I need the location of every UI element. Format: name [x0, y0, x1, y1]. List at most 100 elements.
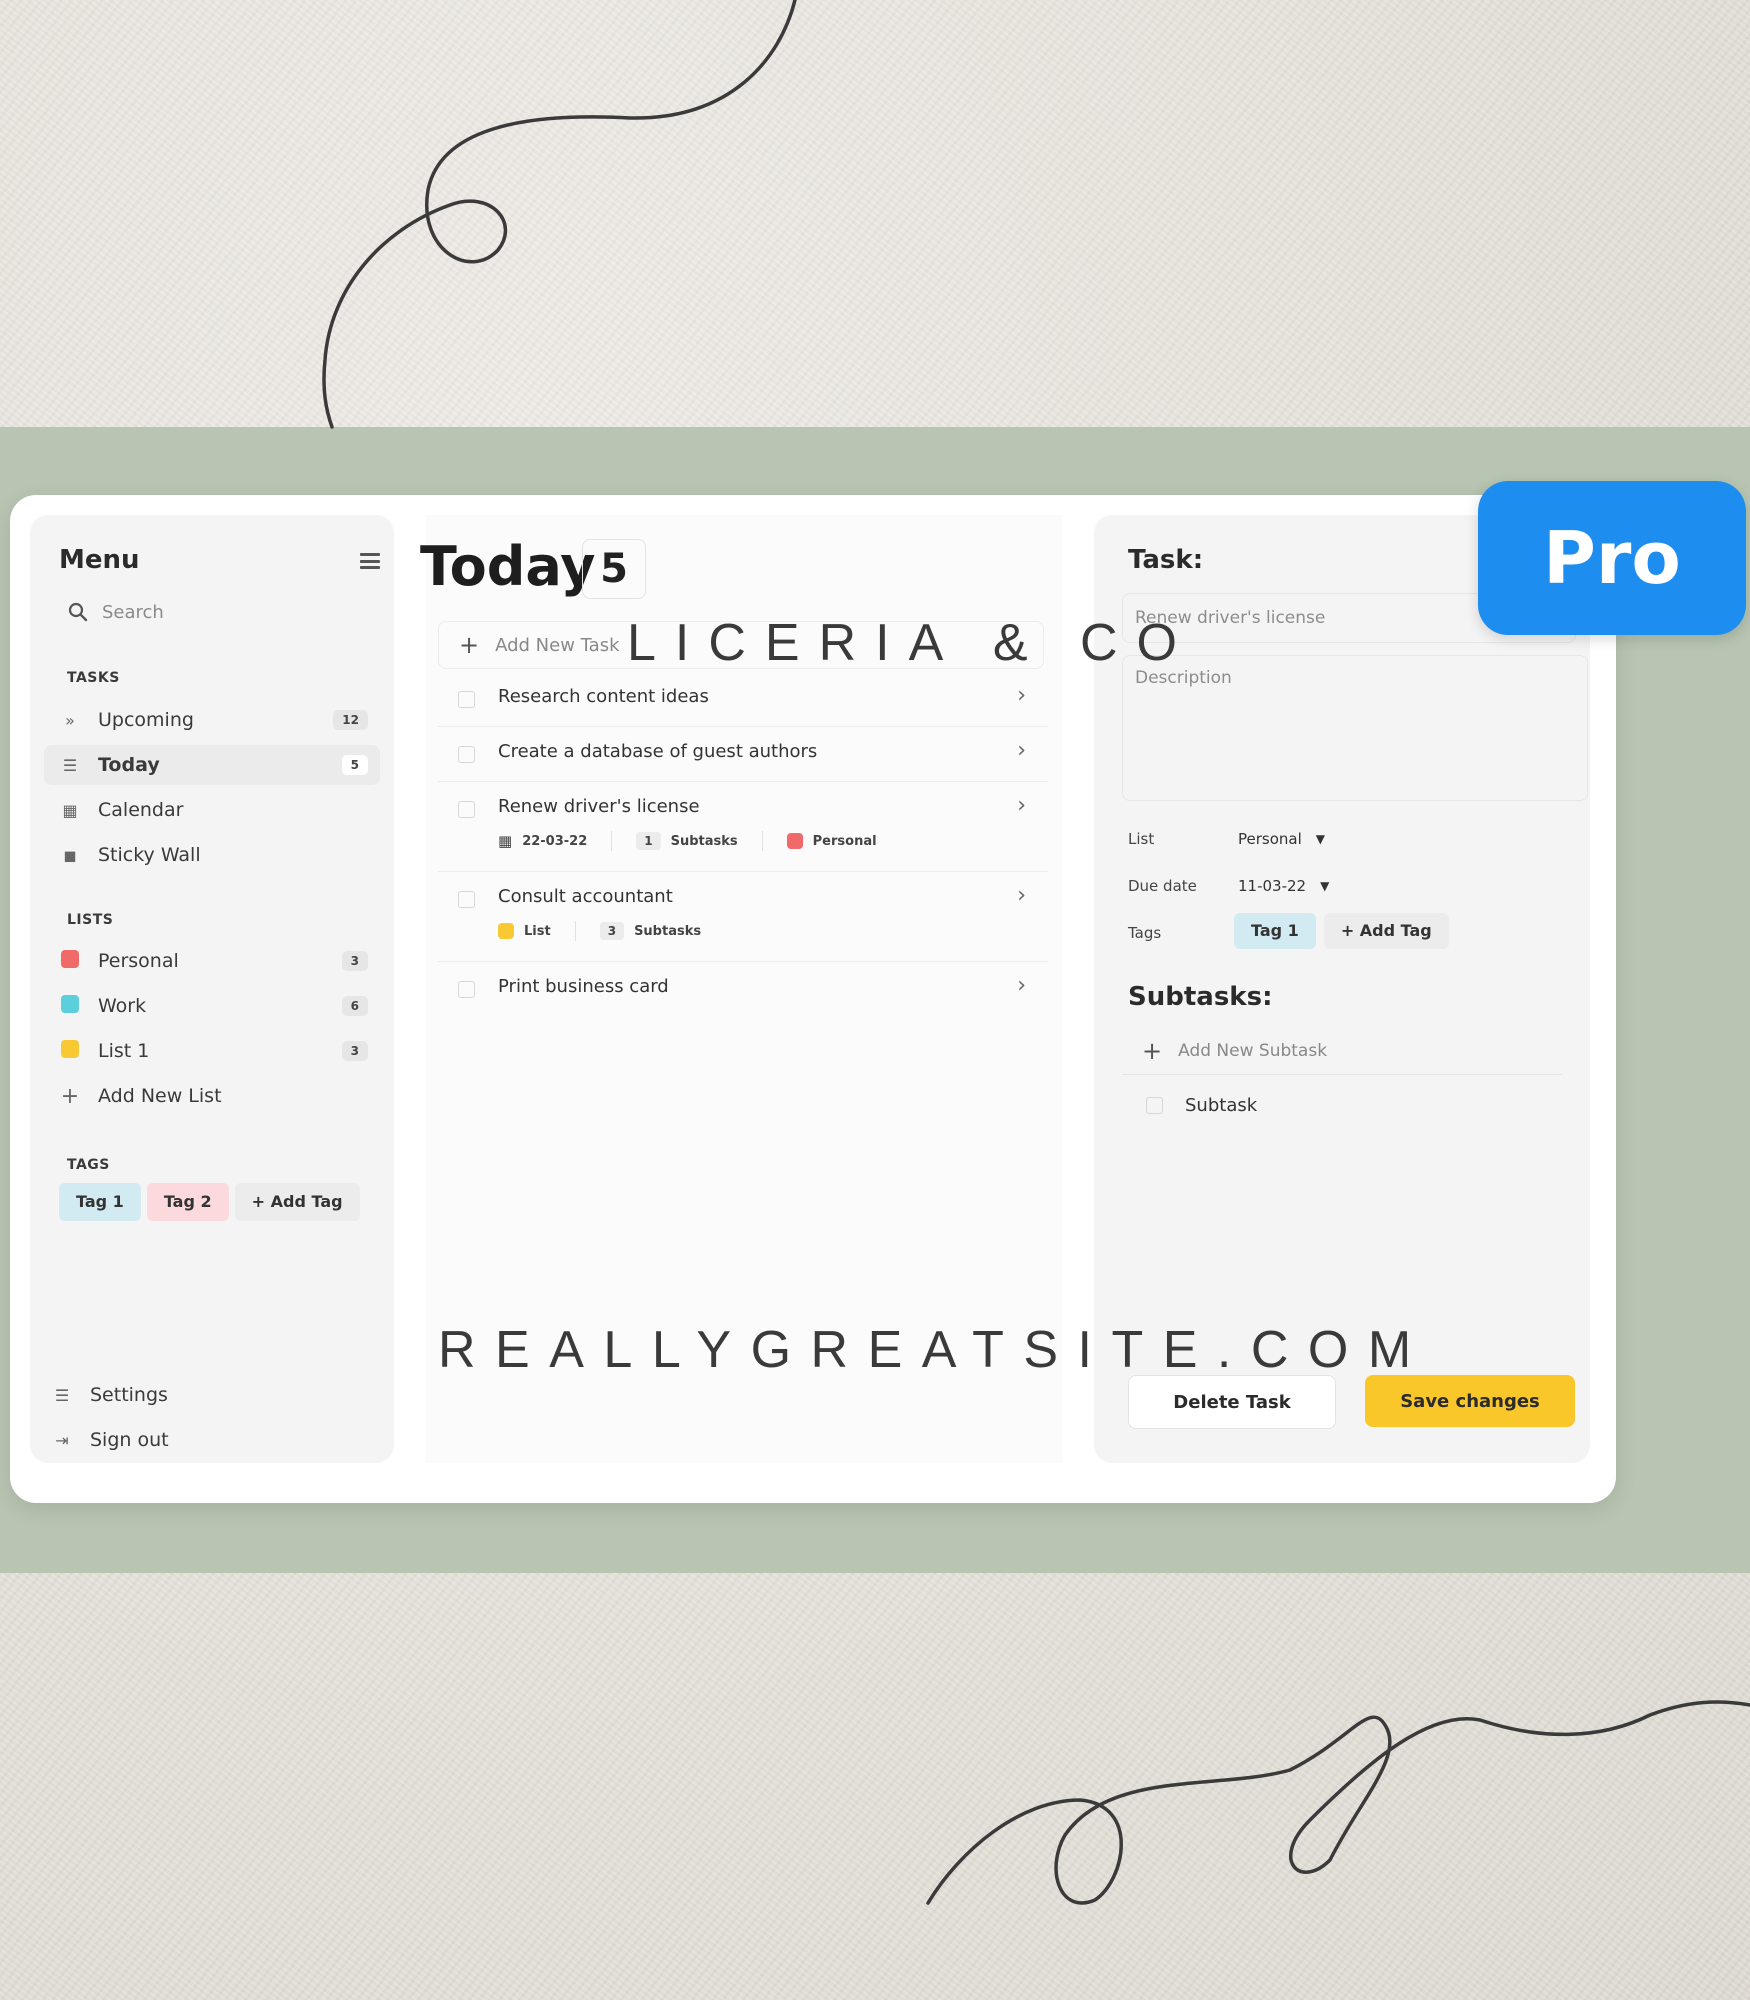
count-badge: 5: [341, 755, 368, 775]
task-row[interactable]: Renew driver's license › ▦ 22-03-22 1 Su…: [438, 783, 1048, 872]
chevron-right-icon[interactable]: ›: [1017, 793, 1026, 818]
add-new-list-button[interactable]: + Add New List: [44, 1076, 380, 1116]
checklist-icon: ☰: [62, 755, 78, 775]
task-count-badge: 5: [582, 539, 646, 599]
task-checkbox[interactable]: [458, 691, 475, 708]
sign-out-button[interactable]: ⇥ Sign out: [36, 1420, 372, 1460]
count-badge: 6: [341, 996, 368, 1016]
sidebar-item-calendar[interactable]: ▦ Calendar: [44, 790, 380, 830]
list-label: List: [1128, 830, 1155, 848]
search-icon: [68, 602, 88, 622]
sidebar-item-label: Sticky Wall: [98, 844, 201, 866]
due-date-label: Due date: [1128, 877, 1197, 895]
settings-button[interactable]: ☰ Settings: [36, 1375, 372, 1415]
menu-title: Menu: [59, 545, 140, 575]
subtasks-label: Subtasks: [634, 923, 702, 939]
task-checkbox[interactable]: [458, 746, 475, 763]
subtasks-label: Subtasks: [670, 833, 738, 849]
double-chevron-icon: »: [65, 710, 75, 730]
sidebar-item-personal[interactable]: Personal 3: [44, 941, 380, 981]
task-checkbox[interactable]: [458, 801, 475, 818]
plus-icon: +: [459, 631, 480, 659]
list-color-icon: [498, 923, 514, 939]
sidebar-item-label: List 1: [98, 1040, 150, 1062]
sign-out-label: Sign out: [90, 1429, 169, 1451]
sidebar-item-sticky-wall[interactable]: ◼ Sticky Wall: [44, 835, 380, 875]
task-meta: ▦ 22-03-22 1 Subtasks Personal: [498, 831, 877, 851]
list-color-icon: [786, 833, 803, 849]
sidebar-item-label: Today: [98, 754, 160, 776]
plus-icon: +: [1142, 1037, 1163, 1065]
count-badge: 3: [341, 951, 368, 971]
due-date-select[interactable]: 11-03-22 ▼: [1238, 877, 1329, 895]
sidebar-item-list-1[interactable]: List 1 3: [44, 1031, 380, 1071]
task-row[interactable]: Research content ideas ›: [438, 673, 1048, 727]
chevron-right-icon[interactable]: ›: [1017, 738, 1026, 763]
task-meta: List 3 Subtasks: [498, 921, 701, 941]
list-value: Personal: [1238, 830, 1302, 848]
plus-icon: +: [60, 1083, 80, 1109]
bottom-swirl-line: [926, 1700, 1750, 1905]
chevron-right-icon[interactable]: ›: [1017, 883, 1026, 908]
chevron-right-icon[interactable]: ›: [1017, 683, 1026, 708]
description-field[interactable]: Description: [1122, 655, 1588, 801]
count-badge: 3: [341, 1041, 368, 1061]
calendar-icon: ▦: [62, 800, 78, 820]
task-label: Consult accountant: [498, 886, 673, 907]
chevron-down-icon: ▼: [1315, 832, 1325, 846]
settings-label: Settings: [90, 1384, 168, 1406]
task-label: Print business card: [498, 976, 669, 997]
due-date-value: 11-03-22: [1238, 877, 1307, 895]
add-tag-button[interactable]: + Add Tag: [234, 1183, 360, 1221]
sidebar-item-upcoming[interactable]: » Upcoming 12: [44, 700, 380, 740]
tasks-section-label: TASKS: [67, 670, 120, 686]
top-swirl-line: [322, 0, 797, 429]
task-checkbox[interactable]: [458, 891, 475, 908]
task-detail-title: Task:: [1128, 545, 1204, 575]
search-placeholder: Search: [102, 601, 164, 623]
tag-2[interactable]: Tag 2: [146, 1183, 229, 1221]
list-color-icon: [60, 995, 80, 1017]
tags-section-label: TAGS: [67, 1157, 110, 1173]
save-changes-button[interactable]: Save changes: [1365, 1375, 1575, 1427]
task-checkbox[interactable]: [458, 981, 475, 998]
task-row[interactable]: Print business card ›: [438, 963, 1048, 1016]
chevron-down-icon: ▼: [1320, 879, 1330, 893]
sticky-note-icon: ◼: [63, 845, 77, 865]
tag-1[interactable]: Tag 1: [59, 1183, 141, 1221]
add-task-label: Add New Task: [495, 634, 620, 656]
lists-section-label: LISTS: [67, 912, 114, 928]
list-color-icon: [60, 1040, 80, 1062]
hamburger-icon[interactable]: [360, 553, 380, 569]
subtask-count: 1: [636, 832, 661, 850]
list-select[interactable]: Personal ▼: [1238, 830, 1325, 848]
tags-label: Tags: [1128, 924, 1162, 942]
sliders-icon: ☰: [54, 1385, 70, 1405]
add-new-subtask-button[interactable]: + Add New Subtask: [1122, 1028, 1562, 1075]
tag-1[interactable]: Tag 1: [1234, 913, 1316, 949]
sidebar-item-label: Work: [98, 995, 147, 1017]
subtask-row[interactable]: Subtask: [1122, 1082, 1562, 1128]
calendar-icon: ▦: [498, 832, 513, 850]
add-tag-button[interactable]: + Add Tag: [1323, 913, 1449, 949]
search-input[interactable]: Search: [54, 590, 372, 634]
detail-tag-list: Tag 1 + Add Tag: [1234, 913, 1449, 949]
task-list-name: List: [524, 923, 551, 939]
pro-badge: Pro: [1478, 481, 1746, 635]
task-list-name: Personal: [812, 833, 877, 849]
subtask-label: Subtask: [1185, 1094, 1258, 1116]
sidebar-item-label: Calendar: [98, 799, 184, 821]
sidebar-item-today[interactable]: ☰ Today 5: [44, 745, 380, 785]
brand-watermark: LICERIA & CO: [627, 614, 1196, 672]
subtasks-title: Subtasks:: [1128, 982, 1273, 1012]
add-list-label: Add New List: [98, 1085, 222, 1107]
task-row[interactable]: Consult accountant › List 3 Subtasks: [438, 873, 1048, 962]
sidebar-item-work[interactable]: Work 6: [44, 986, 380, 1026]
chevron-right-icon[interactable]: ›: [1017, 973, 1026, 998]
sidebar-item-label: Upcoming: [98, 709, 194, 731]
task-row[interactable]: Create a database of guest authors ›: [438, 728, 1048, 782]
task-label: Create a database of guest authors: [498, 741, 818, 762]
delete-task-button[interactable]: Delete Task: [1128, 1375, 1336, 1429]
subtask-checkbox[interactable]: [1146, 1096, 1163, 1114]
sidebar-item-label: Personal: [98, 950, 179, 972]
